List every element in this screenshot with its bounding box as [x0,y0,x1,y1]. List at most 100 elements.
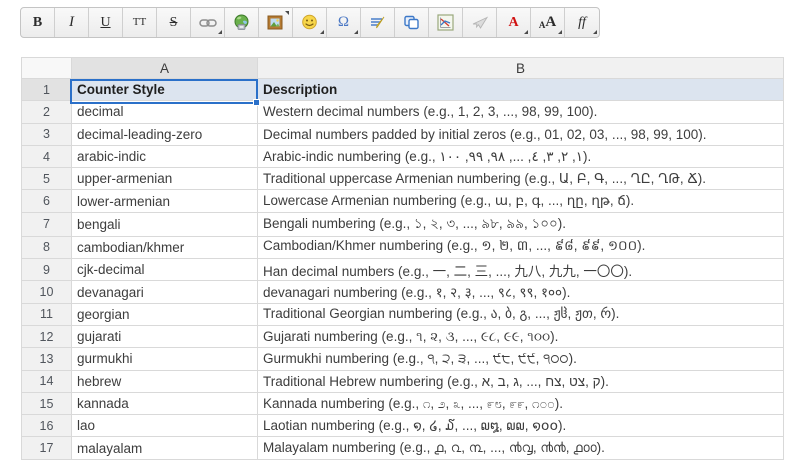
row-number-16[interactable]: 16 [22,415,72,437]
row-number-13[interactable]: 13 [22,348,72,370]
dropdown-indicator [320,30,324,34]
cell-a17[interactable]: malayalam [72,437,258,459]
cell-b8[interactable]: Cambodian/Khmer numbering (e.g., ១, ២, ៣… [258,236,784,258]
cell-b5[interactable]: Traditional uppercase Armenian numbering… [258,168,784,190]
cell-a1[interactable]: Counter Style [72,79,258,101]
table-row: 2decimalWestern decimal numbers (e.g., 1… [22,101,784,123]
cell-b2[interactable]: Western decimal numbers (e.g., 1, 2, 3, … [258,101,784,123]
row-number-9[interactable]: 9 [22,259,72,281]
copy-button[interactable] [395,8,429,37]
column-header-b[interactable]: B [258,58,784,79]
table-row: 12gujaratiGujarati numbering (e.g., ૧, ૨… [22,325,784,347]
strikethrough-button[interactable]: S [157,8,191,37]
font-color-button[interactable]: A [497,8,531,37]
cell-a4[interactable]: arabic-indic [72,145,258,167]
table-row: 10devanagaridevanagari numbering (e.g., … [22,281,784,303]
cell-b13[interactable]: Gurmukhi numbering (e.g., ੧, ੨, ੩, ..., … [258,348,784,370]
cell-b3[interactable]: Decimal numbers padded by initial zeros … [258,123,784,145]
italic-button[interactable]: I [55,8,89,37]
cell-a2[interactable]: decimal [72,101,258,123]
underline-button[interactable]: U [89,8,123,37]
font-size-big-a-icon: A [545,15,556,30]
cell-b9[interactable]: Han decimal numbers (e.g., 一, 二, 三, ...,… [258,259,784,281]
dropdown-indicator [524,30,528,34]
send-button[interactable] [463,8,497,37]
cell-b6[interactable]: Lowercase Armenian numbering (e.g., ա, բ… [258,190,784,212]
row-number-11[interactable]: 11 [22,303,72,325]
cell-b15[interactable]: Kannada numbering (e.g., ೧, ೨, ೩, ..., ೯… [258,392,784,414]
format-text-button[interactable] [361,8,395,37]
cell-b1[interactable]: Description [258,79,784,101]
row-number-15[interactable]: 15 [22,392,72,414]
table-row: 4arabic-indicArabic-indic numbering (e.g… [22,145,784,167]
teletype-button[interactable]: TT [123,8,157,37]
row-number-14[interactable]: 14 [22,370,72,392]
cell-b10[interactable]: devanagari numbering (e.g., १, २, ३, ...… [258,281,784,303]
cell-b16[interactable]: Laotian numbering (e.g., ໑, ໒, ໓, ..., ໙… [258,415,784,437]
omega-icon: Ω [338,15,349,30]
cell-a14[interactable]: hebrew [72,370,258,392]
cell-a10[interactable]: devanagari [72,281,258,303]
table-row: 9cjk-decimalHan decimal numbers (e.g., 一… [22,259,784,281]
spreadsheet-grid: A B 1Counter StyleDescription2decimalWes… [21,57,784,460]
column-header-a[interactable]: A [72,58,258,79]
bold-button[interactable]: B [21,8,55,37]
row-number-12[interactable]: 12 [22,325,72,347]
insert-link-button[interactable] [191,8,225,37]
cell-a13[interactable]: gurmukhi [72,348,258,370]
table-row: 6lower-armenianLowercase Armenian number… [22,190,784,212]
cell-a12[interactable]: gujarati [72,325,258,347]
row-number-4[interactable]: 4 [22,145,72,167]
font-family-button[interactable]: ff [565,8,599,37]
dropdown-indicator [354,30,358,34]
cell-b12[interactable]: Gujarati numbering (e.g., ૧, ૨, ૩, ..., … [258,325,784,347]
dropdown-indicator [558,30,562,34]
table-row: 8cambodian/khmerCambodian/Khmer numberin… [22,236,784,258]
row-number-10[interactable]: 10 [22,281,72,303]
row-number-17[interactable]: 17 [22,437,72,459]
pen-lines-icon [369,15,386,30]
cell-b14[interactable]: Traditional Hebrew numbering (e.g., א,‎ … [258,370,784,392]
cell-a3[interactable]: decimal-leading-zero [72,123,258,145]
row-number-2[interactable]: 2 [22,101,72,123]
insert-chart-button[interactable] [429,8,463,37]
formatting-toolbar: B I U TT S [20,7,600,38]
select-all-corner[interactable] [22,58,72,79]
cell-a8[interactable]: cambodian/khmer [72,236,258,258]
row-number-8[interactable]: 8 [22,236,72,258]
row-number-7[interactable]: 7 [22,212,72,236]
cell-a6[interactable]: lower-armenian [72,190,258,212]
table-row: 13gurmukhiGurmukhi numbering (e.g., ੧, ੨… [22,348,784,370]
table-row: 14hebrewTraditional Hebrew numbering (e.… [22,370,784,392]
copy-icon [403,14,420,31]
special-character-button[interactable]: Ω [327,8,361,37]
cell-b11[interactable]: Traditional Georgian numbering (e.g., ა,… [258,303,784,325]
dropdown-indicator [593,30,597,34]
cell-b7[interactable]: Bengali numbering (e.g., ১, ২, ৩, ..., ৯… [258,212,784,236]
cell-a5[interactable]: upper-armenian [72,168,258,190]
row-number-5[interactable]: 5 [22,168,72,190]
row-number-1[interactable]: 1 [22,79,72,101]
cell-a7[interactable]: bengali [72,212,258,236]
cell-a15[interactable]: kannada [72,392,258,414]
font-color-icon: A [508,16,518,30]
cell-b4[interactable]: Arabic-indic numbering (e.g., ١, ٢, ٣, ٤… [258,145,784,167]
row-number-6[interactable]: 6 [22,190,72,212]
underline-icon: U [100,16,110,30]
font-size-button[interactable]: A A [531,8,565,37]
cell-a11[interactable]: georgian [72,303,258,325]
cell-a16[interactable]: lao [72,415,258,437]
insert-web-image-button[interactable] [225,8,259,37]
sheet-rows: 1Counter StyleDescription2decimalWestern… [22,79,784,460]
cell-a9[interactable]: cjk-decimal [72,259,258,281]
cell-b17[interactable]: Malayalam numbering (e.g., ൧, ൨, ൩, ...,… [258,437,784,459]
chart-icon [437,14,454,31]
italic-icon: I [69,15,74,30]
insert-smiley-button[interactable] [293,8,327,37]
insert-image-button[interactable] [259,8,293,37]
teletype-icon: TT [133,17,146,28]
column-header-row: A B [22,58,784,79]
row-number-3[interactable]: 3 [22,123,72,145]
table-row: 16laoLaotian numbering (e.g., ໑, ໒, ໓, .… [22,415,784,437]
table-row: 11georgianTraditional Georgian numbering… [22,303,784,325]
